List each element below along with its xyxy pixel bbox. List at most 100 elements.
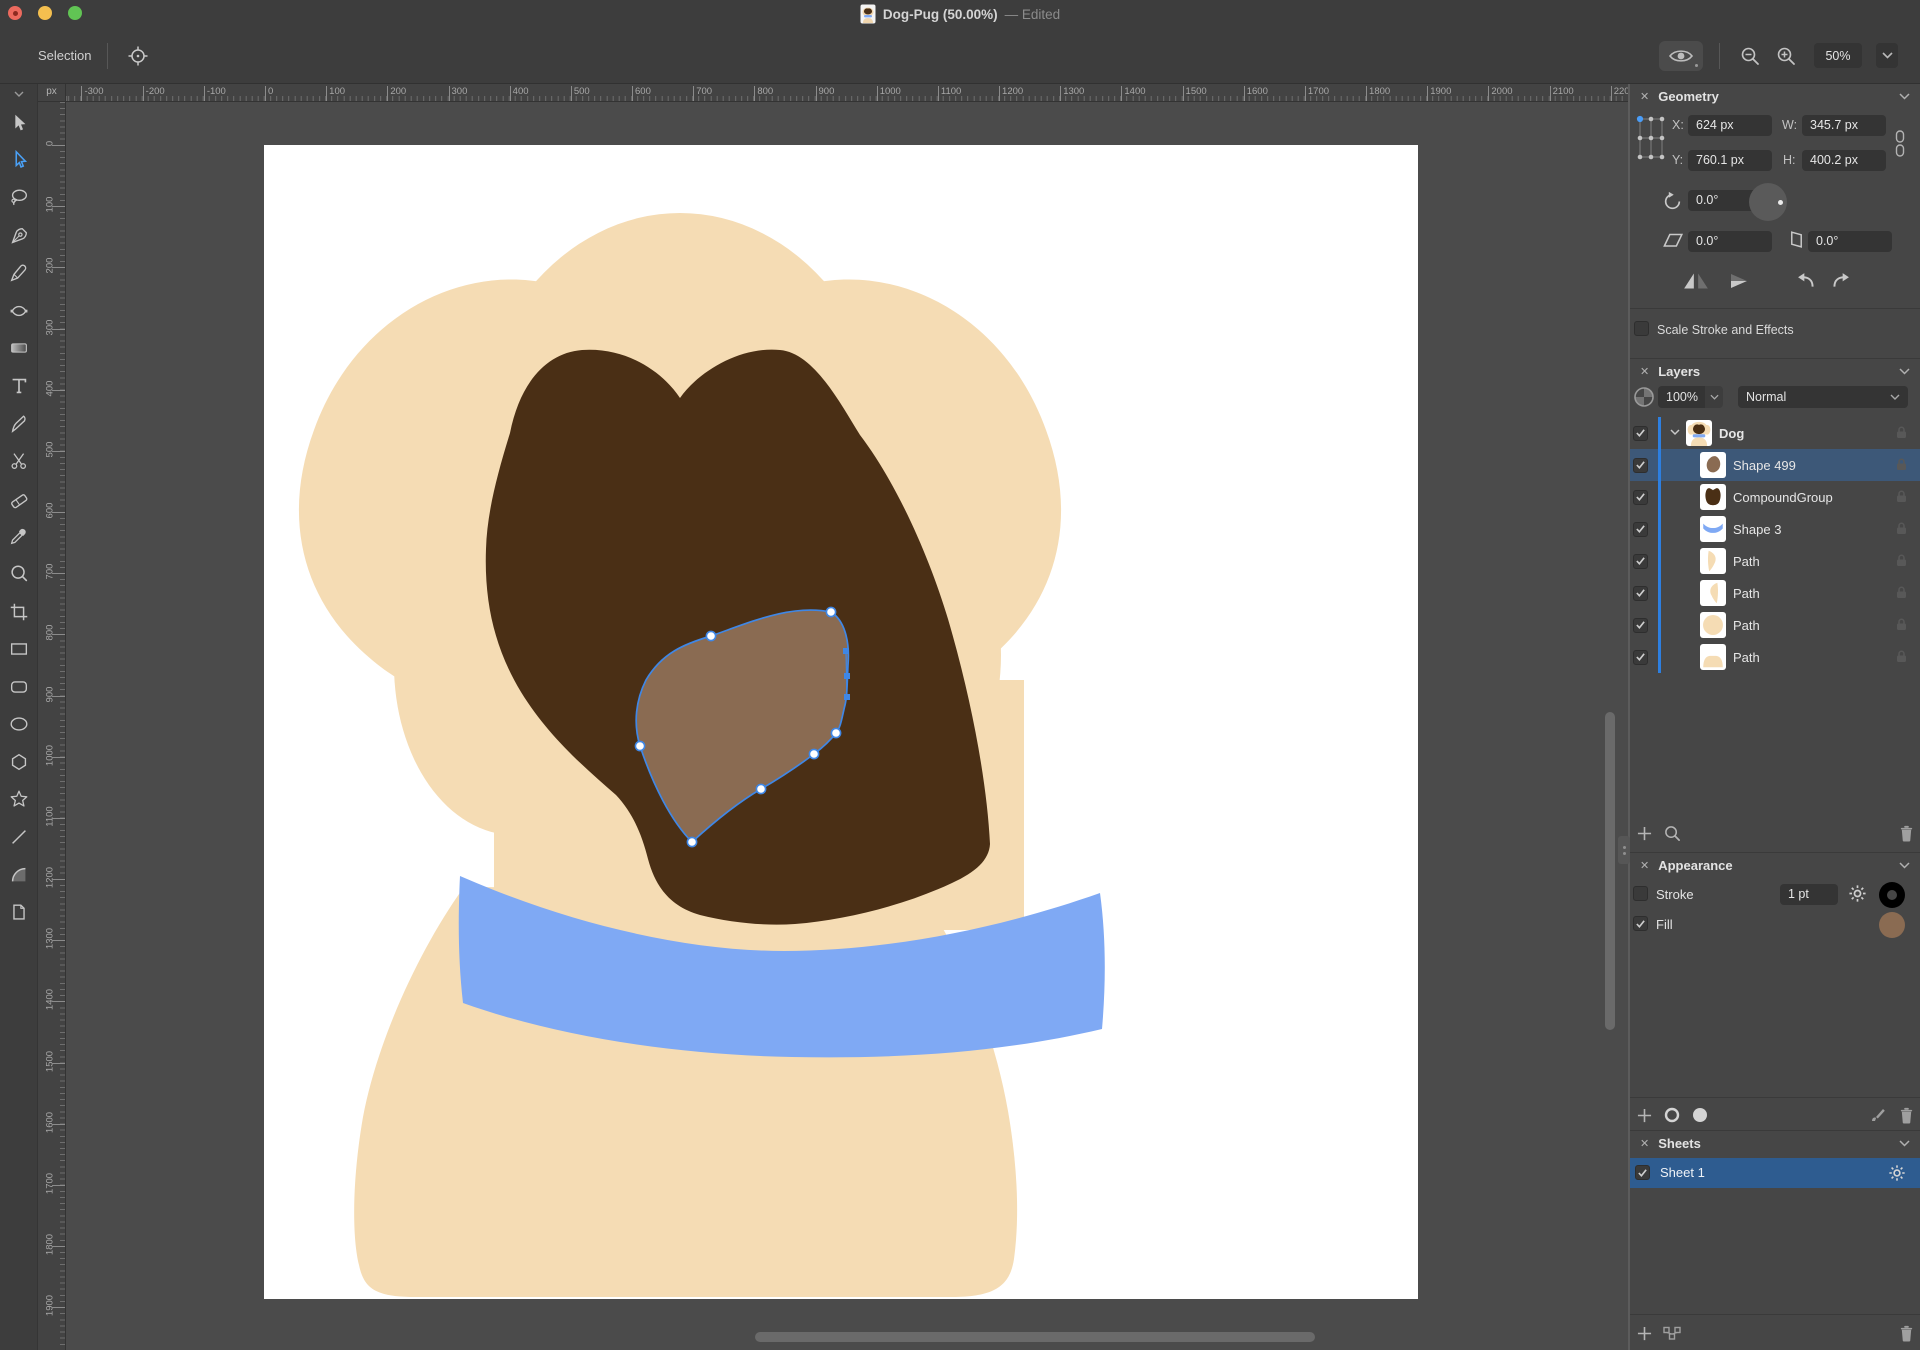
stroke-style-icon[interactable] [1658,1107,1686,1123]
star-tool[interactable] [0,781,38,819]
layer-opacity-field[interactable]: 100% [1658,386,1705,408]
layer-row[interactable]: Path [1630,609,1920,641]
layer-visibility-checkbox[interactable] [1633,457,1648,473]
knife-tool[interactable] [0,405,38,443]
ellipse-tool[interactable] [0,706,38,744]
fill-style-icon[interactable] [1686,1107,1714,1123]
lock-icon[interactable] [1896,490,1907,503]
flip-vertical-button[interactable] [1727,271,1751,291]
lock-icon[interactable] [1896,426,1907,439]
flip-horizontal-button[interactable] [1682,270,1710,292]
close-panel-icon[interactable]: ✕ [1640,1137,1649,1150]
lasso-tool[interactable] [0,179,38,217]
fill-color-swatch[interactable] [1879,912,1905,938]
y-field[interactable]: 760.1 px [1688,150,1772,171]
path-node[interactable] [634,740,646,752]
preview-mode-button[interactable] [1659,40,1703,71]
opacity-dropdown-button[interactable] [1705,386,1723,408]
layer-thumbnail[interactable] [1700,644,1726,670]
zoom-in-button[interactable] [1772,42,1800,70]
artboard-tool[interactable] [0,893,38,931]
sheet-row[interactable]: Sheet 1 [1630,1158,1920,1188]
horizontal-scrollbar[interactable] [755,1332,1315,1342]
add-sheet-button[interactable] [1630,1326,1658,1341]
path-node[interactable] [705,630,717,642]
stroke-width-field[interactable]: 1 pt [1780,884,1838,905]
layer-row[interactable]: Path [1630,641,1920,673]
sheet-visibility-checkbox[interactable] [1635,1165,1650,1180]
path-node[interactable] [808,748,820,760]
pen-tool[interactable] [0,217,38,255]
lock-icon[interactable] [1896,586,1907,599]
layer-row[interactable]: Dog [1630,417,1920,449]
bezier-handle[interactable] [843,648,849,654]
layer-thumbnail[interactable] [1700,580,1726,606]
lock-icon[interactable] [1896,458,1907,471]
lock-icon[interactable] [1896,522,1907,535]
pencil-tool[interactable] [0,254,38,292]
shape-builder-tool[interactable] [0,292,38,330]
gradient-tool[interactable] [0,330,38,368]
bezier-handle[interactable] [844,673,850,679]
undo-button[interactable] [1795,270,1817,290]
horizontal-ruler[interactable]: -300 -200 -100 0 100 200 300 400 500 600 700 800 900… [66,84,1628,102]
zoom-out-button[interactable] [1736,42,1764,70]
vertical-scrollbar[interactable] [1605,712,1615,1030]
fill-checkbox[interactable] [1633,916,1648,931]
layer-thumbnail[interactable] [1700,452,1726,478]
scissors-tool[interactable] [0,442,38,480]
layer-row[interactable]: Path [1630,577,1920,609]
disclosure-chevron-icon[interactable] [1670,429,1680,436]
crop-tool[interactable] [0,593,38,631]
rectangle-tool[interactable] [0,630,38,668]
ruler-units-label[interactable]: px [38,84,66,102]
link-dimensions-icon[interactable] [1893,130,1907,157]
layer-visibility-checkbox[interactable] [1633,521,1648,537]
chevron-down-icon[interactable] [1899,861,1910,869]
layer-row[interactable]: Path [1630,545,1920,577]
layer-row[interactable]: Shape 3 [1630,513,1920,545]
stroke-color-swatch[interactable] [1879,882,1905,908]
zoom-tool[interactable] [0,555,38,593]
chevron-down-icon[interactable] [1899,92,1910,100]
search-layers-button[interactable] [1658,825,1686,842]
redo-button[interactable] [1830,270,1852,290]
text-tool[interactable] [0,367,38,405]
clear-appearance-icon[interactable] [1864,1107,1892,1123]
collapse-tools-icon[interactable] [0,84,37,104]
delete-appearance-button[interactable] [1892,1107,1920,1124]
eraser-tool[interactable] [0,480,38,518]
path-node[interactable] [755,783,767,795]
x-field[interactable]: 624 px [1688,115,1772,136]
chevron-down-icon[interactable] [1899,1139,1910,1147]
shear-field[interactable]: 0.0° [1688,231,1772,252]
w-field[interactable]: 345.7 px [1802,115,1886,136]
blend-mode-dropdown[interactable]: Normal [1738,386,1908,408]
vertical-ruler[interactable]: -100010020030040050060070080090010001100… [38,102,66,1350]
zoom-dropdown-button[interactable] [1876,43,1898,68]
delete-sheet-button[interactable] [1892,1325,1920,1342]
lock-icon[interactable] [1896,650,1907,663]
panel-divider[interactable] [1628,84,1630,1350]
layer-visibility-checkbox[interactable] [1633,585,1648,601]
stroke-checkbox[interactable] [1633,886,1648,901]
layer-thumbnail[interactable] [1700,484,1726,510]
node-select-tool[interactable] [0,142,38,180]
polygon-tool[interactable] [0,743,38,781]
arrange-sheets-icon[interactable] [1658,1326,1686,1341]
layer-thumbnail[interactable] [1700,548,1726,574]
chevron-down-icon[interactable] [1899,367,1910,375]
layer-thumbnail[interactable] [1700,516,1726,542]
path-node[interactable] [825,606,837,618]
rotation-dial[interactable] [1749,183,1787,221]
delete-layer-button[interactable] [1892,825,1920,842]
layer-thumbnail[interactable] [1686,420,1712,446]
path-node[interactable] [686,836,698,848]
path-node[interactable] [830,727,842,739]
layer-visibility-checkbox[interactable] [1633,553,1648,569]
add-layer-button[interactable] [1630,826,1658,841]
layer-visibility-checkbox[interactable] [1633,649,1648,665]
layer-visibility-checkbox[interactable] [1633,425,1648,441]
close-panel-icon[interactable]: ✕ [1640,90,1649,103]
scale-stroke-checkbox[interactable] [1634,321,1649,336]
